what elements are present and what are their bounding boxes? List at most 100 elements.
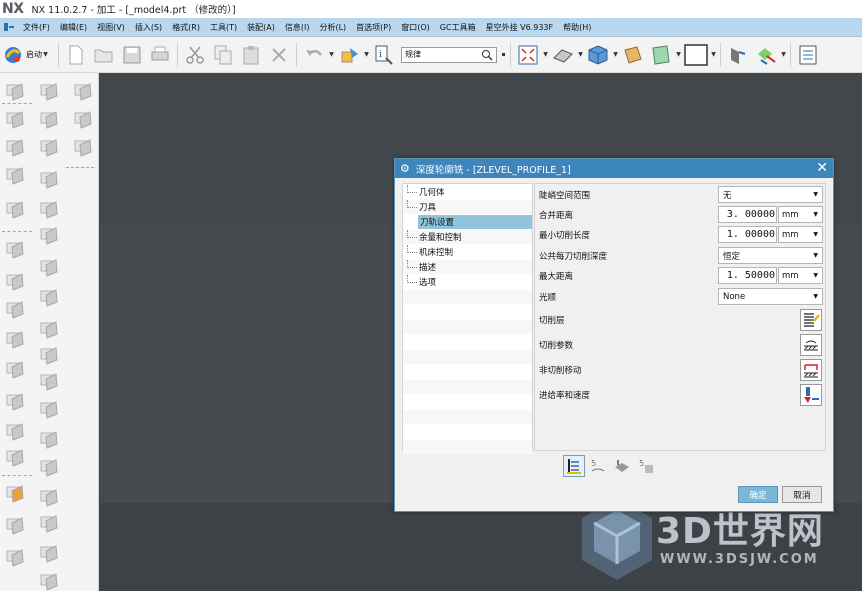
replay-button[interactable]: 5 xyxy=(587,455,609,477)
drill-icon[interactable] xyxy=(38,199,60,221)
check-icon[interactable] xyxy=(38,429,60,451)
finish-icon[interactable] xyxy=(38,257,60,279)
more-button[interactable] xyxy=(795,42,821,68)
operation-navigator-button[interactable] xyxy=(725,42,751,68)
menu-preferences[interactable]: 首选项(P) xyxy=(351,22,396,33)
fit-view-button[interactable] xyxy=(515,42,541,68)
verify-button[interactable] xyxy=(611,455,633,477)
method-icon[interactable] xyxy=(38,543,60,565)
profile-icon[interactable] xyxy=(38,287,60,309)
menu-edit[interactable]: 编辑(E) xyxy=(55,22,92,33)
measure-icon[interactable] xyxy=(38,399,60,421)
menu-view[interactable]: 视图(V) xyxy=(92,22,130,33)
cut-levels-button[interactable] xyxy=(800,309,822,331)
path-icon[interactable] xyxy=(4,271,26,293)
menu-assembly[interactable]: 装配(A) xyxy=(242,22,280,33)
menu-info[interactable]: 信息(I) xyxy=(280,22,315,33)
depth-select[interactable]: 恒定 ▼ xyxy=(718,247,823,264)
drill-icon[interactable] xyxy=(72,81,94,103)
menu-format[interactable]: 格式(R) xyxy=(167,22,205,33)
color-box-button[interactable] xyxy=(683,42,709,68)
dialog-title-bar[interactable]: ⚙ 深度轮廓铣 - [ZLEVEL_PROFILE_1] xyxy=(395,159,833,178)
info-icon[interactable] xyxy=(38,345,60,367)
check-icon[interactable] xyxy=(4,547,26,569)
finish-icon[interactable] xyxy=(4,359,26,381)
delete-button[interactable] xyxy=(266,42,292,68)
list-button[interactable]: 5 xyxy=(635,455,657,477)
method-icon[interactable] xyxy=(4,165,26,187)
copy-button[interactable] xyxy=(210,42,236,68)
repeat-command-button[interactable] xyxy=(336,42,362,68)
maxdist-input[interactable]: 1. 50000 xyxy=(718,267,777,284)
chevron-down-icon[interactable]: ▪ xyxy=(500,51,507,58)
chevron-down-icon[interactable]: ▼ xyxy=(710,51,717,58)
feeds-speeds-button[interactable] xyxy=(800,384,822,406)
quick-access-icon[interactable] xyxy=(3,21,15,33)
cavity-icon[interactable] xyxy=(38,225,60,247)
feature-icon[interactable] xyxy=(4,239,26,261)
steep-select[interactable]: 无 ▼ xyxy=(718,186,823,203)
undo-button[interactable] xyxy=(301,42,327,68)
cavity-icon[interactable] xyxy=(72,109,94,131)
generate-button[interactable] xyxy=(563,455,585,477)
menu-file[interactable]: 文件(F) xyxy=(18,22,55,33)
ok-button[interactable]: 确定 xyxy=(738,486,778,503)
drill-icon[interactable] xyxy=(4,299,26,321)
menu-window[interactable]: 窗口(O) xyxy=(396,22,435,33)
menu-plugin[interactable]: 星空外挂 V6.933F xyxy=(481,22,559,33)
menu-analysis[interactable]: 分析(L) xyxy=(314,22,351,33)
cut-parameters-button[interactable] xyxy=(800,334,822,356)
cut-button[interactable] xyxy=(182,42,208,68)
info-button[interactable]: i xyxy=(371,42,397,68)
cancel-button[interactable]: 取消 xyxy=(782,486,822,503)
maxdist-unit-select[interactable]: mm ▼ xyxy=(778,267,823,284)
paste-button[interactable] xyxy=(238,42,264,68)
menu-tools[interactable]: 工具(T) xyxy=(205,22,242,33)
tree-item-description[interactable]: 描述 xyxy=(407,260,436,274)
print-button[interactable] xyxy=(147,42,173,68)
non-cutting-moves-button[interactable] xyxy=(800,359,822,381)
method-icon[interactable] xyxy=(38,81,60,103)
background-button[interactable] xyxy=(620,42,646,68)
program-icon[interactable] xyxy=(4,199,26,221)
layer-button[interactable] xyxy=(648,42,674,68)
feature-icon[interactable] xyxy=(38,137,60,159)
chevron-down-icon[interactable]: ▼ xyxy=(612,51,619,58)
new-button[interactable] xyxy=(63,42,89,68)
chevron-down-icon[interactable]: ▼ xyxy=(542,51,549,58)
tree-item-stock-control[interactable]: 余量和控制 xyxy=(407,230,462,244)
smooth-select[interactable]: None ▼ xyxy=(718,288,823,305)
info-icon[interactable] xyxy=(4,447,26,469)
finish-icon[interactable] xyxy=(72,137,94,159)
path-icon[interactable] xyxy=(38,169,60,191)
tool-icon[interactable] xyxy=(4,137,26,159)
chevron-down-icon[interactable]: ▼ xyxy=(675,51,682,58)
tree-item-tool[interactable]: 刀具 xyxy=(407,200,436,214)
chevron-down-icon[interactable]: ▼ xyxy=(42,51,49,58)
merge-unit-select[interactable]: mm ▼ xyxy=(778,206,823,223)
start-button[interactable]: 启动 ▼ xyxy=(3,42,55,68)
chevron-down-icon[interactable]: ▼ xyxy=(577,51,584,58)
measure-icon[interactable] xyxy=(4,515,26,537)
merge-input[interactable]: 3. 00000 xyxy=(718,206,777,223)
chevron-down-icon[interactable]: ▼ xyxy=(328,51,335,58)
tree-item-path-settings[interactable]: 刀轨设置 xyxy=(418,215,532,229)
tree-item-machine-control[interactable]: 机床控制 xyxy=(407,245,453,259)
tree-item-geometry[interactable]: 几何体 xyxy=(407,185,445,199)
edit-icon[interactable] xyxy=(38,371,60,393)
save-button[interactable] xyxy=(119,42,145,68)
program-icon[interactable] xyxy=(38,109,60,131)
open-button[interactable] xyxy=(91,42,117,68)
program-icon[interactable] xyxy=(38,571,60,591)
chevron-down-icon[interactable]: ▼ xyxy=(363,51,370,58)
geometry-icon[interactable] xyxy=(38,487,60,509)
mincut-unit-select[interactable]: mm ▼ xyxy=(778,226,823,243)
mincut-input[interactable]: 1. 00000 xyxy=(718,226,777,243)
filter-input[interactable]: 规律 xyxy=(401,46,497,63)
shaded-view-button[interactable] xyxy=(550,42,576,68)
close-icon[interactable]: ✕ xyxy=(816,160,828,176)
cube-view-button[interactable] xyxy=(585,42,611,68)
cavity-icon[interactable] xyxy=(4,329,26,351)
profile-icon[interactable] xyxy=(4,391,26,413)
tool-icon[interactable] xyxy=(38,513,60,535)
